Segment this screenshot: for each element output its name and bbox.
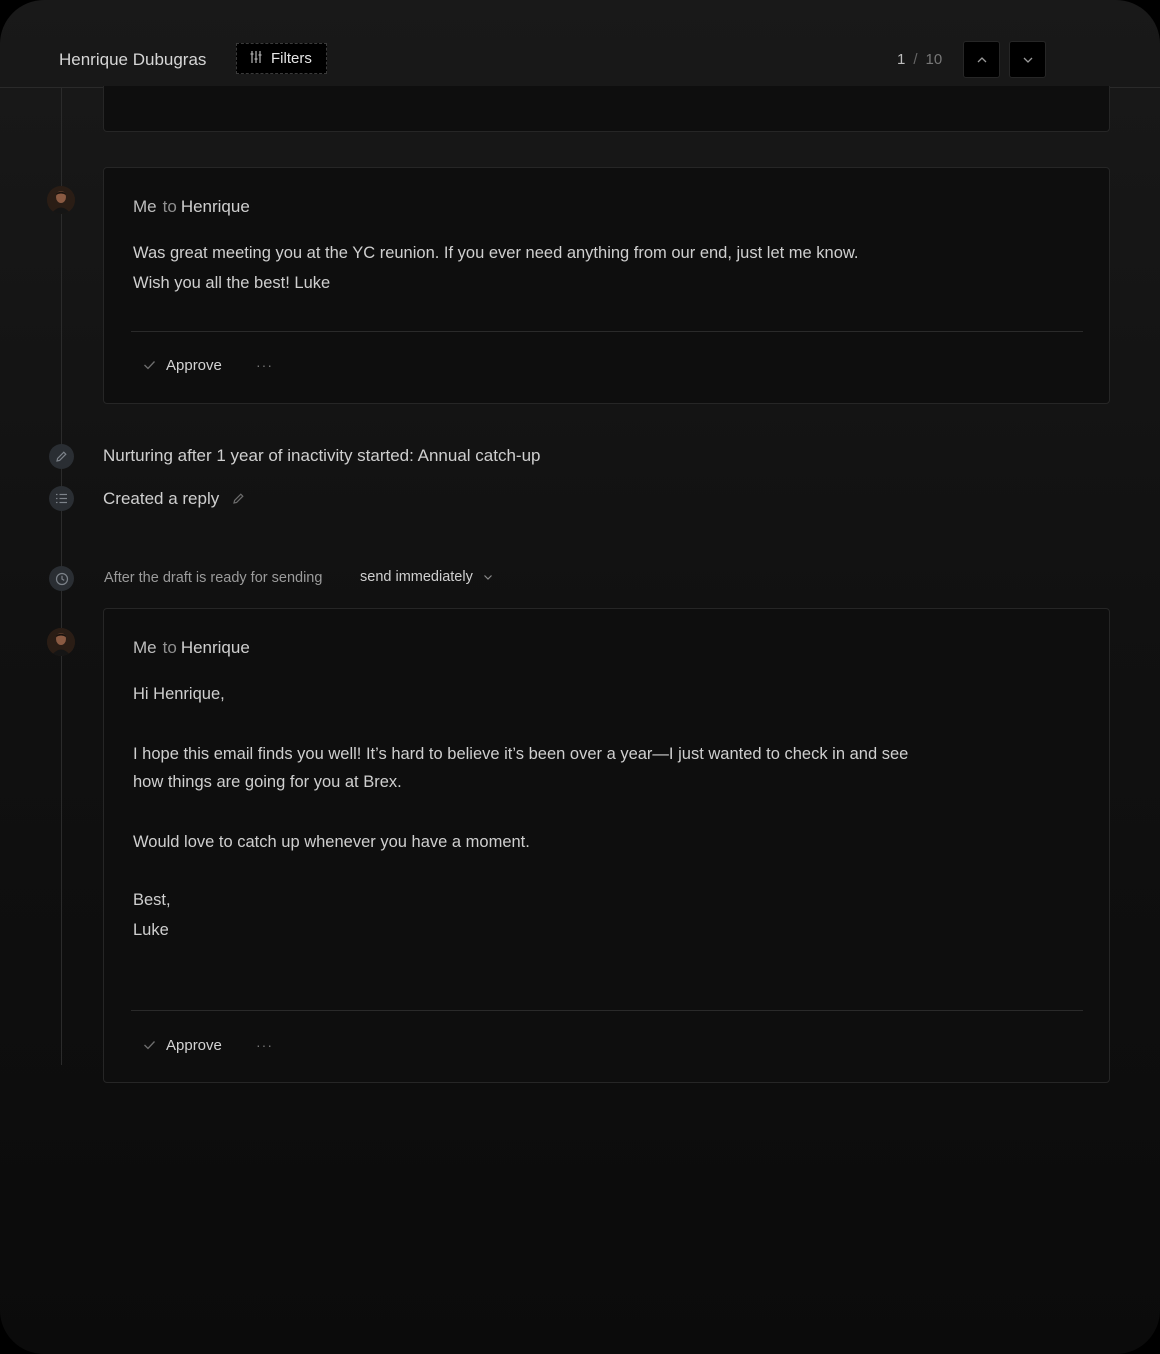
send-timing-dropdown[interactable]: send immediately [360, 569, 493, 585]
divider [131, 1010, 1083, 1011]
email-card-previous [103, 86, 1110, 132]
recipient: Henrique [180, 638, 250, 657]
sender: Me [133, 197, 157, 216]
email-body-line: how things are going for you at Brex. [133, 773, 402, 791]
next-button[interactable] [1009, 41, 1046, 78]
email-address-line: Me to Henrique [133, 638, 250, 658]
event-created-reply: Created a reply [103, 489, 245, 510]
to-label: to [162, 638, 177, 657]
chevron-up-icon [976, 51, 988, 69]
to-label: to [162, 197, 177, 216]
previous-button[interactable] [963, 41, 1000, 78]
page-separator: / [913, 51, 918, 68]
app-window: Henrique Dubugras Filters 1 / 10 Me to Hen… [0, 0, 1160, 1354]
email-address-line: Me to Henrique [133, 197, 250, 217]
email-card: Me to Henrique Hi Henrique, I hope this em… [103, 608, 1110, 1083]
approve-button[interactable]: Approve [143, 1037, 222, 1054]
email-body-line: Hi Henrique, [133, 685, 225, 703]
list-icon [49, 486, 74, 511]
approve-label: Approve [166, 357, 222, 374]
page-total: 10 [925, 51, 943, 68]
check-icon [143, 1037, 156, 1054]
email-body-line: Best, [133, 891, 171, 909]
event-nurturing-started: Nurturing after 1 year of inactivity sta… [103, 446, 541, 465]
email-body-line: Would love to catch up whenever you have… [133, 833, 530, 851]
email-body-line: I hope this email finds you well! It’s h… [133, 745, 909, 763]
filters-label: Filters [271, 50, 312, 67]
avatar [47, 628, 75, 656]
page-current: 1 [897, 51, 906, 68]
chevron-down-icon [1022, 51, 1034, 69]
send-timing-value: send immediately [360, 569, 473, 585]
filters-button[interactable]: Filters [236, 43, 327, 74]
contact-name: Henrique Dubugras [59, 50, 207, 69]
sliders-icon [249, 50, 263, 68]
pagination-indicator: 1 / 10 [897, 51, 942, 68]
sender: Me [133, 638, 157, 657]
header: Henrique Dubugras Filters 1 / 10 [0, 0, 1160, 88]
clock-icon [49, 566, 74, 591]
email-body-line: Luke [133, 921, 169, 939]
approve-label: Approve [166, 1037, 222, 1054]
more-options-button[interactable]: ··· [256, 357, 273, 373]
approve-button[interactable]: Approve [143, 357, 222, 374]
check-icon [143, 357, 156, 374]
email-card: Me to Henrique Was great meeting you at th… [103, 167, 1110, 404]
divider [131, 331, 1083, 332]
edit-pencil-icon[interactable] [232, 490, 245, 510]
recipient: Henrique [180, 197, 250, 216]
chevron-down-icon [483, 569, 493, 585]
schedule-label: After the draft is ready for sending [104, 570, 323, 586]
more-options-button[interactable]: ··· [256, 1037, 273, 1053]
created-reply-label: Created a reply [103, 489, 220, 508]
avatar [47, 186, 75, 214]
email-body-line: Was great meeting you at the YC reunion.… [133, 244, 859, 262]
email-body-line: Wish you all the best! Luke [133, 274, 331, 292]
pencil-icon [49, 444, 74, 469]
